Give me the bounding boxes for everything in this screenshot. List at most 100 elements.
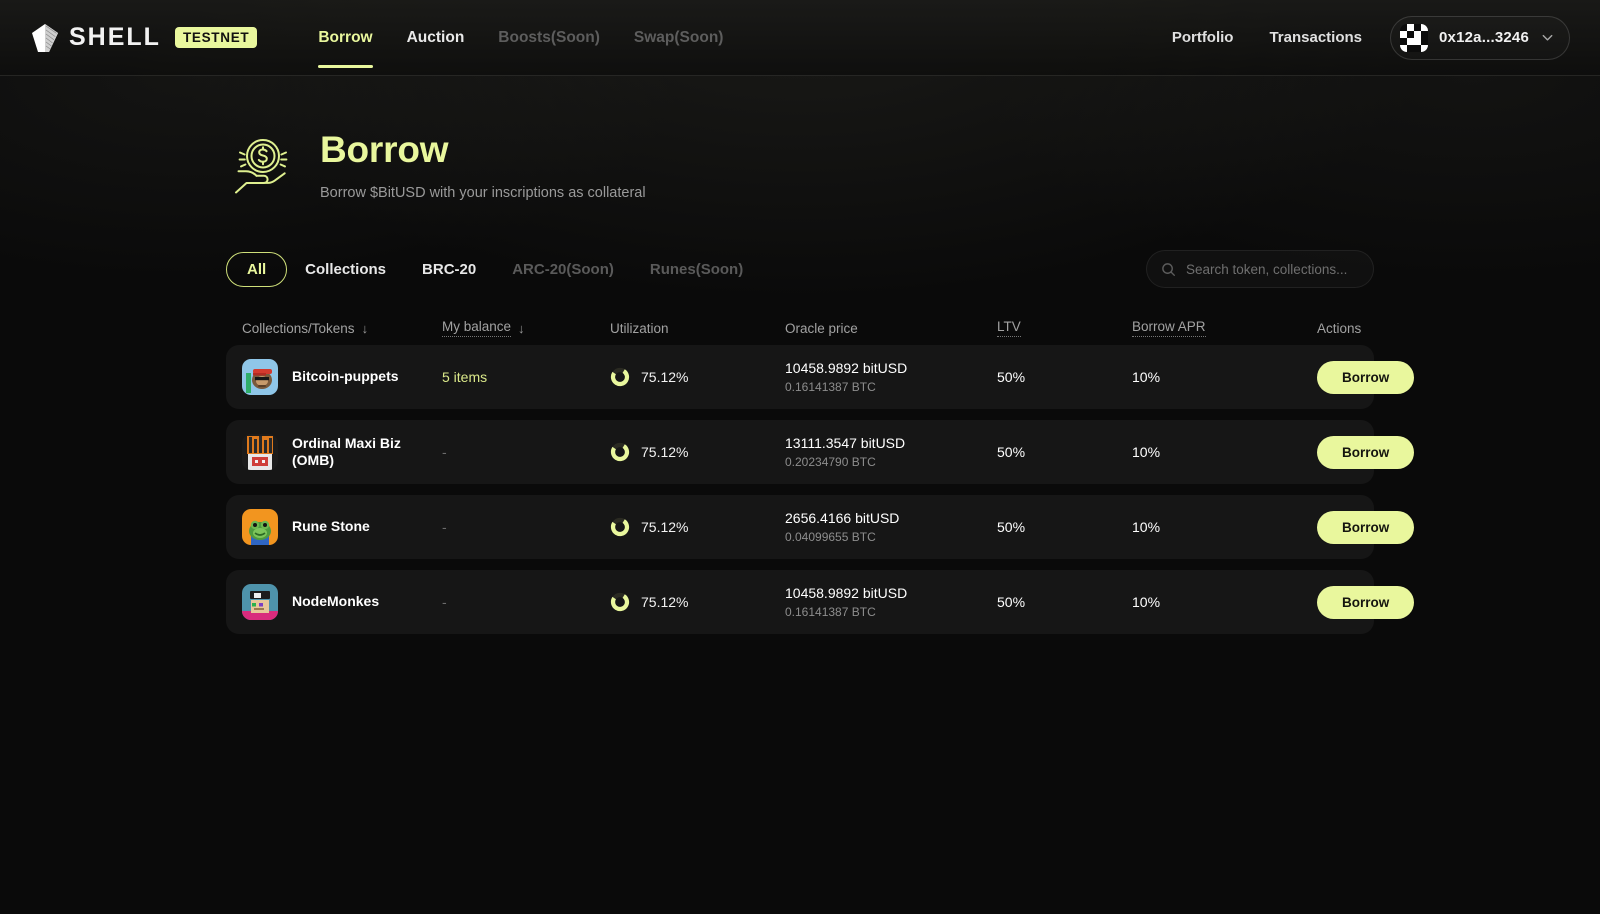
column-header-actions: Actions: [1317, 321, 1387, 336]
ltv-cell: 50%: [997, 444, 1026, 460]
column-label: LTV: [997, 319, 1021, 337]
utilization-value: 75.12%: [641, 519, 689, 535]
balance-cell: -: [442, 594, 610, 610]
table-row[interactable]: Ordinal Maxi Biz (OMB) - 75.12% 13111.35…: [226, 420, 1415, 484]
ltv-cell: 50%: [997, 369, 1026, 385]
balance-cell: -: [442, 519, 610, 535]
nav-item-portfolio[interactable]: Portfolio: [1154, 29, 1252, 46]
collection-name: Rune Stone: [292, 518, 370, 535]
filter-tab-brc20[interactable]: BRC-20: [404, 253, 494, 286]
oracle-price-btc: 0.16141387 BTC: [785, 605, 876, 619]
shell-diamond-icon: [32, 23, 58, 52]
utilization-donut-icon: [610, 367, 630, 387]
wallet-button[interactable]: 0x12a...3246: [1390, 15, 1570, 60]
utilization-cell: 75.12%: [610, 442, 785, 462]
borrow-button[interactable]: Borrow: [1317, 510, 1415, 544]
rune-stone-avatar: [242, 509, 278, 545]
oracle-price-cell: 10458.9892 bitUSD 0.16141387 BTC: [785, 585, 997, 619]
column-label: My balance: [442, 319, 512, 337]
actions-cell: Borrow: [1317, 585, 1430, 619]
utilization-cell: 75.12%: [610, 367, 785, 387]
top-right-area: Portfolio Transactions 0x12a...3246: [1154, 15, 1570, 60]
top-navigation-bar: SHELL TESTNET Borrow Auction Boosts(Soon…: [0, 0, 1600, 76]
oracle-price-usd: 2656.4166 bitUSD: [785, 510, 900, 526]
column-label: Actions: [1317, 320, 1362, 336]
oracle-price-btc: 0.16141387 BTC: [785, 380, 876, 394]
oracle-price-cell: 13111.3547 bitUSD 0.20234790 BTC: [785, 435, 997, 469]
oracle-price-usd: 10458.9892 bitUSD: [785, 585, 908, 601]
pixel-blockie-icon: [1400, 23, 1429, 52]
bitcoin-puppets-avatar: [242, 359, 278, 395]
column-label: Collections/Tokens: [242, 320, 355, 336]
balance-value: 5 items: [442, 369, 488, 385]
testnet-badge: TESTNET: [174, 27, 258, 48]
filter-tab-runes: Runes(Soon): [649, 260, 744, 278]
logo-text: SHELL: [69, 23, 161, 51]
borrow-button[interactable]: Borrow: [1317, 585, 1415, 619]
filter-tab-collections[interactable]: Collections: [287, 253, 404, 286]
nav-item-auction[interactable]: Auction: [390, 0, 482, 76]
column-header-collections[interactable]: Collections/Tokens ↓: [242, 321, 442, 336]
collection-name: NodeMonkes: [292, 593, 380, 610]
hand-holding-coin-icon: [235, 139, 288, 194]
table-row[interactable]: NodeMonkes - 75.12% 10458.9892 bitUSD 0.…: [226, 570, 1415, 634]
column-label: Utilization: [610, 320, 669, 336]
nav-item-borrow[interactable]: Borrow: [301, 0, 389, 76]
column-label: Borrow APR: [1132, 319, 1206, 337]
utilization-value: 75.12%: [641, 594, 689, 610]
collection-cell: Ordinal Maxi Biz (OMB): [242, 434, 442, 470]
nav-item-swap: Swap(Soon): [617, 0, 741, 76]
search-input[interactable]: [1186, 261, 1359, 277]
column-header-borrow-apr: Borrow APR: [1132, 319, 1317, 337]
borrow-apr-cell: 10%: [1132, 444, 1161, 460]
borrow-apr-cell: 10%: [1132, 369, 1161, 385]
borrow-button[interactable]: Borrow: [1317, 435, 1415, 469]
collection-cell: Bitcoin-puppets: [242, 359, 442, 395]
column-header-utilization: Utilization: [610, 321, 785, 336]
nav-item-transactions[interactable]: Transactions: [1251, 29, 1380, 46]
oracle-price-cell: 10458.9892 bitUSD 0.16141387 BTC: [785, 360, 997, 394]
balance-value: -: [442, 594, 447, 610]
nav-label: Swap(Soon): [633, 28, 724, 46]
search-icon: [1162, 262, 1176, 276]
ordinal-maxi-biz-avatar: [242, 434, 278, 470]
filter-tab-arc20: ARC-20(Soon): [512, 260, 614, 278]
nav-label: Borrow: [318, 28, 373, 46]
column-header-my-balance[interactable]: My balance ↓: [442, 319, 610, 337]
nav-label: Auction: [406, 28, 465, 46]
balance-value: -: [442, 519, 447, 535]
borrow-button[interactable]: Borrow: [1317, 360, 1415, 394]
borrow-apr-cell: 10%: [1132, 594, 1161, 610]
collection-cell: NodeMonkes: [242, 584, 442, 620]
nav-item-boosts: Boosts(Soon): [481, 0, 617, 76]
utilization-donut-icon: [610, 592, 630, 612]
logo[interactable]: SHELL TESTNET: [32, 23, 258, 52]
table-row[interactable]: Rune Stone - 75.12% 2656.4166 bitUSD 0.0…: [226, 495, 1415, 559]
page-subtitle: Borrow $BitUSD with your inscriptions as…: [320, 184, 646, 201]
balance-cell: 5 items: [442, 369, 610, 385]
utilization-value: 75.12%: [641, 369, 689, 385]
borrow-apr-cell: 10%: [1132, 519, 1161, 535]
column-header-ltv: LTV: [997, 319, 1132, 337]
ltv-cell: 50%: [997, 519, 1026, 535]
collections-table: Collections/Tokens ↓ My balance ↓ Utiliz…: [226, 311, 1415, 634]
filter-tab-all[interactable]: All: [226, 251, 288, 287]
oracle-price-usd: 13111.3547 bitUSD: [785, 435, 906, 451]
page-header: Borrow Borrow $BitUSD with your inscript…: [226, 76, 1374, 204]
wallet-address: 0x12a...3246: [1439, 29, 1529, 46]
collection-cell: Rune Stone: [242, 509, 442, 545]
page-title: Borrow: [320, 129, 449, 170]
column-header-oracle-price: Oracle price: [785, 321, 997, 336]
main-nav: Borrow Auction Boosts(Soon) Swap(Soon): [301, 0, 740, 76]
actions-cell: Borrow: [1317, 435, 1430, 469]
nodemonkes-avatar: [242, 584, 278, 620]
utilization-value: 75.12%: [641, 444, 689, 460]
chevron-down-icon: [1542, 34, 1553, 41]
oracle-price-cell: 2656.4166 bitUSD 0.04099655 BTC: [785, 510, 997, 544]
search-box[interactable]: [1146, 250, 1374, 288]
table-header-row: Collections/Tokens ↓ My balance ↓ Utiliz…: [226, 311, 1374, 345]
collection-name: Ordinal Maxi Biz (OMB): [292, 434, 401, 468]
table-row[interactable]: Bitcoin-puppets 5 items 75.12% 10458.989…: [226, 345, 1415, 409]
sort-down-icon: ↓: [518, 320, 525, 336]
utilization-cell: 75.12%: [610, 592, 785, 612]
